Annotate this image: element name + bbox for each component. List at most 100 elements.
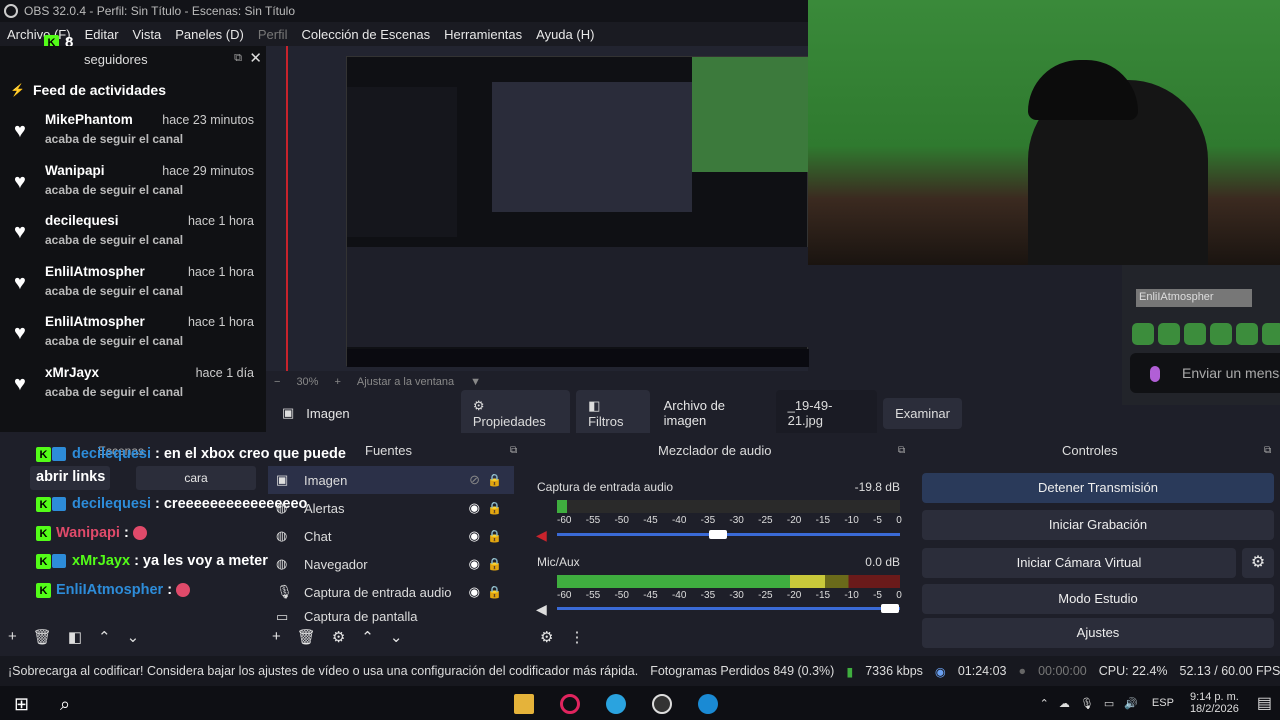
close-icon[interactable]: ✕ (249, 49, 262, 67)
feed-item: ♥ EnliIAtmospher hace 1 hora acaba de segui… (0, 260, 266, 311)
lock-icon[interactable]: 🔒 (487, 585, 502, 599)
filters-button[interactable]: ◧ Filtros (576, 389, 650, 437)
menu-herramientas[interactable]: Herramientas (437, 27, 529, 42)
add-icon[interactable]: + (8, 628, 17, 654)
lock-icon[interactable]: 🔒 (487, 529, 502, 543)
more-icon[interactable]: ⋮ (569, 628, 584, 646)
edge-icon[interactable] (698, 694, 718, 714)
menu-ayuda[interactable]: Ayuda (H) (529, 27, 601, 42)
scene-item-cara[interactable]: cara (136, 466, 256, 490)
up-icon[interactable]: ⌃ (361, 628, 374, 646)
emote-icon[interactable] (1184, 323, 1206, 345)
start-virtualcam-button[interactable]: Iniciar Cámara Virtual (922, 548, 1236, 578)
scale-tick: -30 (729, 515, 744, 526)
source-row[interactable]: 🎙 Captura de entrada audio ◉ 🔒 (268, 578, 514, 606)
speaker-icon[interactable]: ◀ (536, 601, 547, 618)
up-icon[interactable]: ⌃ (98, 628, 111, 654)
notifications-icon[interactable]: ▤ (1257, 693, 1272, 713)
menu-paneles[interactable]: Paneles (D) (168, 27, 251, 42)
heart-icon: ♥ (14, 170, 26, 193)
chevron-up-icon[interactable]: ⌃ (1040, 697, 1049, 710)
eye-icon[interactable]: ◉ (469, 584, 480, 600)
feed-item-name: EnliIAtmospher (45, 314, 145, 329)
undock-icon[interactable]: ⧉ (898, 445, 905, 456)
signal-icon: ▮ (846, 664, 854, 679)
down-icon[interactable]: ⌄ (390, 628, 403, 646)
emote-icon[interactable] (1132, 323, 1154, 345)
lock-icon[interactable]: 🔒 (487, 557, 502, 571)
emote-icon (176, 583, 191, 598)
feed-item-time: hace 1 hora (187, 214, 254, 228)
source-row[interactable]: ◍ Alertas ◉ 🔒 (268, 494, 514, 522)
properties-label: Propiedades (472, 413, 546, 429)
eye-icon[interactable]: ◉ (469, 500, 480, 516)
source-row[interactable]: ◍ Navegador ◉ 🔒 (268, 550, 514, 578)
image-file-field[interactable]: _19-49-21.jpg (775, 390, 878, 436)
properties-button[interactable]: ⚙ Propiedades (460, 389, 571, 437)
gear-icon[interactable]: ⚙ (332, 628, 345, 646)
eye-icon[interactable]: ◉ (469, 556, 480, 572)
volume-meter (557, 500, 900, 513)
windows-start-icon[interactable]: ⊞ (14, 694, 34, 714)
language-indicator[interactable]: ESP (1152, 697, 1174, 709)
volume-fader[interactable] (557, 607, 900, 610)
clock[interactable]: 9:14 p. m. 18/2/2026 (1190, 691, 1239, 715)
settings-button[interactable]: Ajustes (922, 618, 1274, 648)
muted-speaker-icon[interactable]: ◀ (536, 527, 547, 544)
emote-icon[interactable] (1236, 323, 1258, 345)
source-row[interactable]: ◍ Chat ◉ 🔒 (268, 522, 514, 550)
trash-icon[interactable]: 🗑 (297, 628, 316, 646)
zoom-out-icon[interactable]: − (274, 376, 280, 388)
browse-button[interactable]: Examinar (883, 397, 962, 429)
start-recording-button[interactable]: Iniciar Grabación (922, 510, 1274, 540)
studio-mode-button[interactable]: Modo Estudio (922, 584, 1274, 614)
obs-taskbar-icon[interactable] (652, 694, 672, 714)
menu-perfil[interactable]: Perfil (251, 27, 295, 42)
lock-icon[interactable]: 🔒 (487, 473, 502, 487)
menu-coleccion[interactable]: Colección de Escenas (294, 27, 437, 42)
telegram-icon[interactable] (606, 694, 626, 714)
channel-db: -19.8 dB (854, 480, 900, 494)
emote-icon[interactable] (1158, 323, 1180, 345)
gear-icon[interactable]: ⚙ (540, 628, 553, 646)
undock-icon[interactable]: ⧉ (234, 52, 242, 65)
chevron-down-icon[interactable]: ▼ (470, 376, 481, 388)
fps: 52.13 / 60.00 FPS (1179, 664, 1280, 678)
scale-tick: -55 (585, 515, 601, 526)
zoom-in-icon[interactable]: + (334, 376, 340, 388)
add-icon[interactable]: + (272, 628, 281, 646)
down-icon[interactable]: ⌄ (127, 628, 140, 654)
undock-icon[interactable]: ⧉ (510, 445, 517, 456)
source-row[interactable]: ▭ Captura de pantalla (268, 606, 514, 624)
emote-icon[interactable] (1262, 323, 1280, 345)
network-icon[interactable]: ☁ (1059, 697, 1070, 710)
eye-icon[interactable]: ◉ (469, 528, 480, 544)
folder-icon[interactable] (514, 694, 534, 714)
scale-tick: -30 (729, 590, 744, 601)
menu-vista[interactable]: Vista (126, 27, 169, 42)
source-row[interactable]: ▣ Imagen ⊘ 🔒 (268, 466, 514, 494)
scale-tick: -35 (700, 590, 716, 601)
zoom-fit-button[interactable]: Ajustar a la ventana (357, 376, 454, 388)
feed-item-name: decilequesi (45, 213, 119, 228)
volume-icon[interactable]: 🔊 (1124, 697, 1138, 710)
trash-icon[interactable]: 🗑 (33, 628, 52, 654)
fader-handle[interactable] (880, 604, 899, 613)
search-icon[interactable]: ⌕ (60, 694, 80, 714)
menu-editar[interactable]: Editar (78, 27, 126, 42)
mic-tray-icon[interactable]: 🎙 (1080, 697, 1094, 710)
filter-icon[interactable]: ◧ (68, 628, 82, 654)
lock-icon[interactable]: 🔒 (487, 501, 502, 515)
nested-docks (347, 247, 809, 347)
volume-fader[interactable] (557, 533, 900, 536)
undock-icon[interactable]: ⧉ (1264, 445, 1271, 456)
feed-item-name: Wanipapi (45, 162, 105, 178)
fader-handle[interactable] (709, 530, 728, 539)
opera-icon[interactable] (560, 694, 580, 714)
hidden-eye-icon[interactable]: ⊘ (469, 472, 480, 488)
microphone-icon: 🎙 (276, 584, 293, 599)
stop-stream-button[interactable]: Detener Transmisión (922, 473, 1274, 503)
wifi-icon[interactable]: ▭ (1104, 697, 1114, 710)
gear-icon[interactable]: ⚙ (1242, 548, 1274, 578)
emote-icon[interactable] (1210, 323, 1232, 345)
